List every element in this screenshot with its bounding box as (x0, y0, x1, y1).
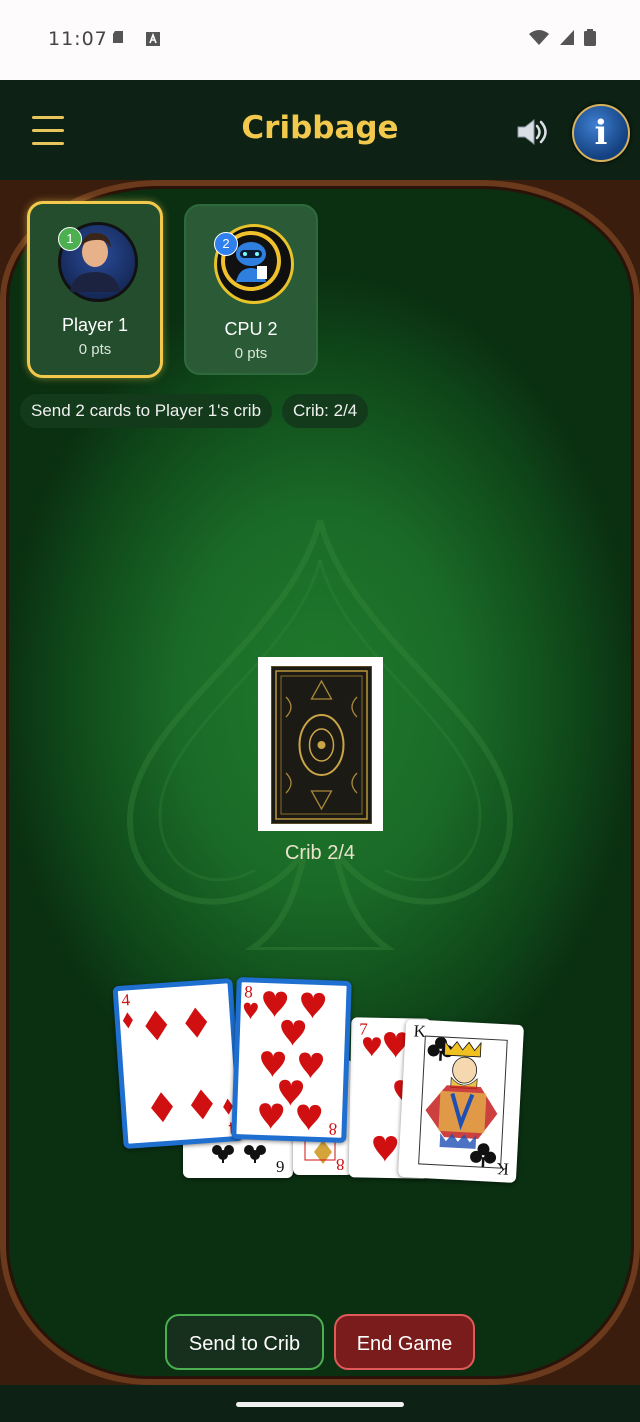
hand-card-4-diamonds[interactable]: 4 4 (112, 978, 244, 1149)
home-gesture-handle[interactable] (236, 1402, 404, 1407)
speaker-icon[interactable] (514, 114, 550, 150)
card-rank-label: 8 (336, 1155, 345, 1174)
end-game-button[interactable]: End Game (334, 1314, 475, 1370)
signal-icon (560, 30, 574, 45)
crib-label: Crib 2/4 (284, 842, 356, 864)
crib-count-pill: Crib: 2/4 (282, 394, 369, 428)
battery-icon (584, 29, 596, 46)
sd-card-icon (113, 31, 123, 43)
cpu-2-badge: 2 (214, 232, 238, 256)
player-1-badge: 1 (58, 227, 82, 251)
player-1-points: 0 pts (78, 341, 112, 358)
wifi-icon (529, 30, 549, 45)
cpu-2-points: 0 pts (234, 345, 268, 362)
instruction-pill: Send 2 cards to Player 1's crib (20, 394, 273, 428)
player-panel-cpu-2[interactable]: 2 CPU 2 0 pts (184, 204, 318, 375)
card-back (271, 666, 372, 824)
status-time: 11:07 (48, 28, 108, 50)
hand-card-8-hearts[interactable]: 8 8 (231, 977, 352, 1143)
send-to-crib-button[interactable]: Send to Crib (165, 1314, 324, 1370)
status-bar: 11:07 (0, 0, 640, 80)
cpu-2-name: CPU 2 (224, 319, 278, 339)
notification-a-icon (146, 32, 160, 46)
player-1-name: Player 1 (61, 315, 129, 335)
player-panel-player-1[interactable]: 1 Player 1 0 pts (27, 201, 163, 378)
crib-pile[interactable] (258, 657, 383, 831)
hand-card-k-clubs[interactable]: K K (397, 1019, 525, 1183)
card-rank-label: 6 (276, 1157, 285, 1176)
info-icon[interactable]: i (572, 104, 630, 162)
